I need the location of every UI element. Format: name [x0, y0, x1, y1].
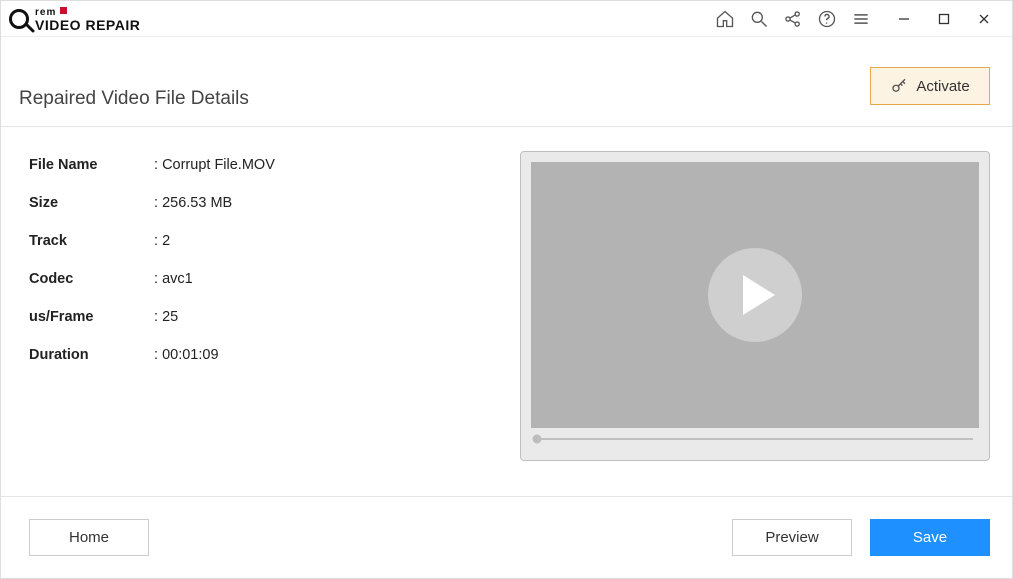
scrub-thumb[interactable] [533, 435, 542, 444]
scrub-bar[interactable] [531, 428, 979, 450]
search-icon[interactable] [742, 2, 776, 36]
close-button[interactable] [964, 2, 1004, 36]
detail-row-duration: Duration 00:01:09 [29, 347, 499, 363]
detail-value: 25 [154, 309, 178, 325]
content-area: File Name Corrupt File.MOV Size 256.53 M… [1, 127, 1012, 461]
detail-value: 2 [154, 233, 170, 249]
save-button-label: Save [913, 529, 947, 546]
detail-value: 256.53 MB [154, 195, 232, 211]
detail-value: 00:01:09 [154, 347, 219, 363]
detail-label: Size [29, 195, 154, 211]
activate-label: Activate [916, 78, 969, 95]
share-icon[interactable] [776, 2, 810, 36]
subheader: Repaired Video File Details Activate [1, 37, 1012, 127]
video-frame [520, 151, 990, 461]
detail-row-codec: Codec avc1 [29, 271, 499, 287]
titlebar-actions [708, 2, 878, 36]
scrub-track[interactable] [537, 438, 973, 440]
home-button-label: Home [69, 529, 109, 546]
detail-value: avc1 [154, 271, 193, 287]
svg-text:VIDEO REPAIR: VIDEO REPAIR [35, 17, 140, 33]
preview-button-label: Preview [765, 529, 818, 546]
detail-label: Duration [29, 347, 154, 363]
page-title: Repaired Video File Details [19, 88, 249, 110]
footer: Home Preview Save [1, 496, 1012, 578]
detail-row-size: Size 256.53 MB [29, 195, 499, 211]
home-button[interactable]: Home [29, 519, 149, 556]
preview-pane [519, 151, 990, 461]
preview-button[interactable]: Preview [732, 519, 852, 556]
app-logo: rem VIDEO REPAIR [9, 4, 179, 34]
play-button[interactable] [708, 248, 802, 342]
detail-row-track: Track 2 [29, 233, 499, 249]
detail-label: Track [29, 233, 154, 249]
key-icon [890, 77, 908, 95]
detail-label: Codec [29, 271, 154, 287]
video-canvas[interactable] [531, 162, 979, 428]
detail-value: Corrupt File.MOV [154, 157, 275, 173]
minimize-button[interactable] [884, 2, 924, 36]
detail-row-filename: File Name Corrupt File.MOV [29, 157, 499, 173]
play-icon [743, 275, 775, 315]
save-button[interactable]: Save [870, 519, 990, 556]
help-icon[interactable] [810, 2, 844, 36]
maximize-button[interactable] [924, 2, 964, 36]
detail-label: us/Frame [29, 309, 154, 325]
window-controls [884, 2, 1004, 36]
detail-label: File Name [29, 157, 154, 173]
home-icon[interactable] [708, 2, 742, 36]
detail-row-usframe: us/Frame 25 [29, 309, 499, 325]
menu-icon[interactable] [844, 2, 878, 36]
activate-button[interactable]: Activate [870, 67, 990, 105]
titlebar: rem VIDEO REPAIR [1, 1, 1012, 37]
file-details: File Name Corrupt File.MOV Size 256.53 M… [29, 151, 499, 461]
